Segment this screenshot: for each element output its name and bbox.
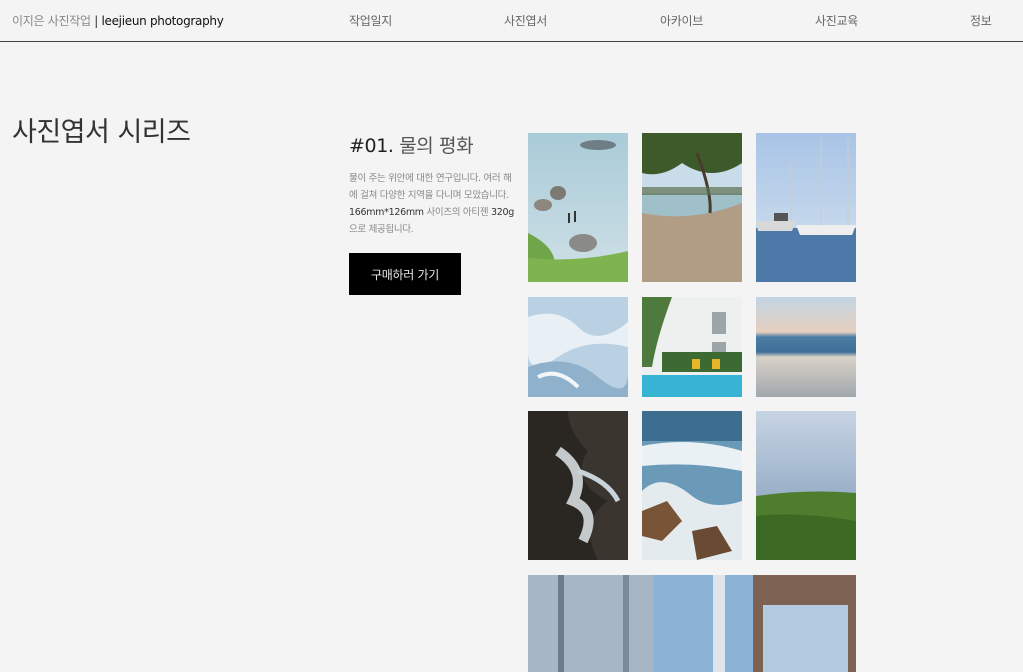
desc-text-2: 사이즈의 아티젠 xyxy=(423,207,491,218)
desc-text-3: 으로 제공됩니다. xyxy=(349,224,414,235)
desc-weight: 320g xyxy=(490,207,514,218)
item-description: 물이 주는 위안에 대한 연구입니다. 여러 해에 걸쳐 다양한 지역을 다니며… xyxy=(349,170,515,238)
desc-text-1: 물이 주는 위안에 대한 연구입니다. 여러 해에 걸쳐 다양한 지역을 다니며… xyxy=(349,173,512,201)
photo-ocean-foam[interactable] xyxy=(528,297,628,397)
brand-english: leejieun photography xyxy=(101,14,224,28)
photo-dark-cliff[interactable] xyxy=(528,411,628,560)
desc-size: 166mm*126mm xyxy=(349,207,424,218)
photo-tree-beach[interactable] xyxy=(642,133,742,282)
photo-window-view[interactable] xyxy=(528,575,856,672)
nav-item-archive[interactable]: 아카이브 xyxy=(660,12,703,29)
buy-button[interactable]: 구매하러 가기 xyxy=(349,253,461,295)
photo-pool-villa[interactable] xyxy=(642,297,742,397)
site-header: 이지은 사진작업 | leejieun photography 작업일지 사진엽… xyxy=(0,0,1023,42)
item-name: 물의 평화 xyxy=(399,135,474,157)
item-title: #01. 물의 평화 xyxy=(349,131,474,158)
brand-separator: | xyxy=(90,14,102,28)
item-number: #01. xyxy=(349,135,394,157)
photo-rocky-shore[interactable] xyxy=(528,133,628,282)
nav-item-education[interactable]: 사진교육 xyxy=(815,12,858,29)
photo-sailboats[interactable] xyxy=(756,133,856,282)
photo-calm-beach[interactable] xyxy=(756,297,856,397)
brand-korean: 이지은 사진작업 xyxy=(12,14,91,28)
page-title: 사진엽서 시리즈 xyxy=(12,117,191,148)
photo-crashing-wave[interactable] xyxy=(642,411,742,560)
nav-item-journal[interactable]: 작업일지 xyxy=(349,12,392,29)
site-brand[interactable]: 이지은 사진작업 | leejieun photography xyxy=(12,12,224,29)
nav-item-info[interactable]: 정보 xyxy=(970,12,992,29)
nav-item-postcards[interactable]: 사진엽서 xyxy=(504,12,547,29)
photo-green-shore[interactable] xyxy=(756,411,856,560)
